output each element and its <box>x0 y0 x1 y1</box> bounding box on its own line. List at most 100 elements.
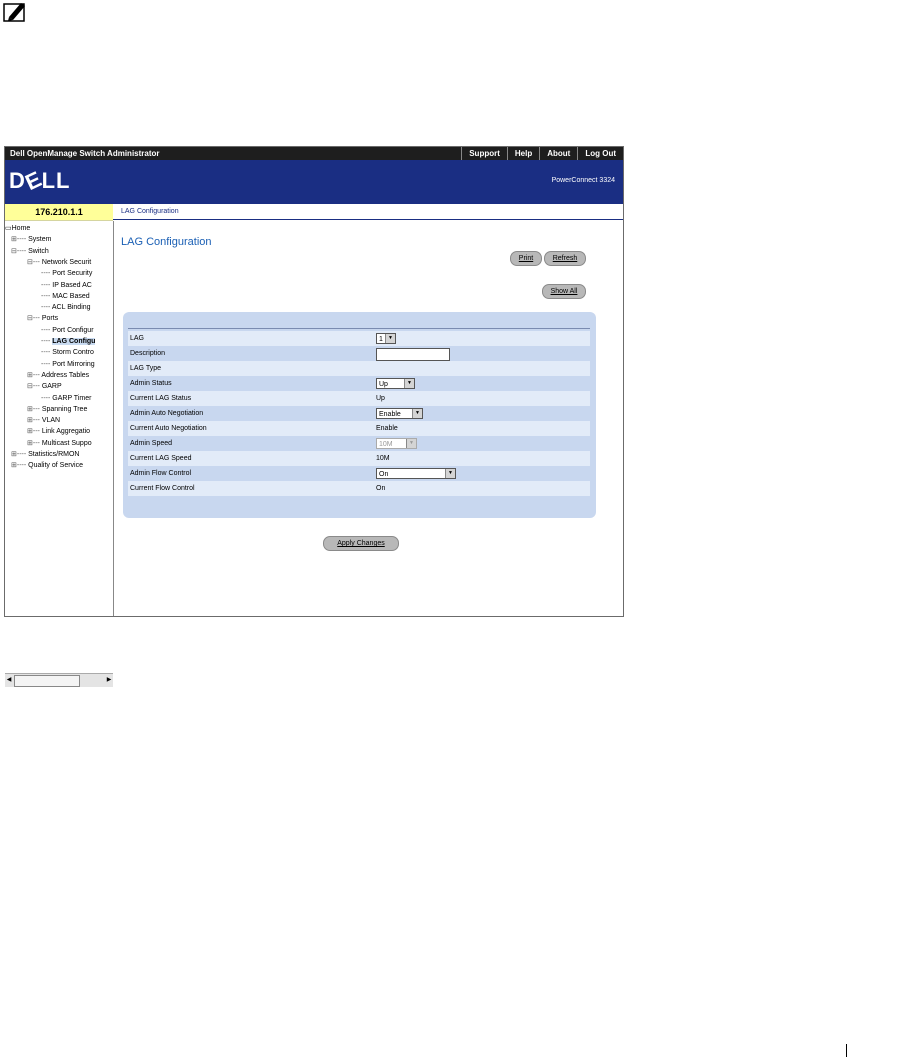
model-name: PowerConnect 3324 <box>551 177 615 184</box>
current-auto-negotiation-label: Current Auto Negotiation <box>130 425 207 432</box>
row-current-flow-control: Current Flow Control On <box>128 481 590 496</box>
chevron-down-icon[interactable]: ▼ <box>412 409 422 418</box>
admin-status-select[interactable]: Up ▼ <box>376 378 415 389</box>
description-input[interactable] <box>376 348 450 361</box>
sidebar-item-storm-contro[interactable]: ---- Storm Contro <box>41 348 94 357</box>
sidebar-item-quality-of-service[interactable]: ⊞---- Quality of Service <box>11 461 83 470</box>
lag-select-value: 1 <box>379 336 383 343</box>
logout-link[interactable]: Log Out <box>577 147 623 160</box>
lag-select[interactable]: 1 ▼ <box>376 333 396 344</box>
tree-connector: ---- <box>41 292 53 300</box>
breadcrumb: LAG Configuration <box>113 204 623 220</box>
sidebar-item-label: Port Configur <box>52 326 94 334</box>
sidebar-item-label: Port Mirroring <box>52 360 95 368</box>
app-window: Dell OpenManage Switch Administrator Sup… <box>4 146 624 687</box>
admin-auto-negotiation-select[interactable]: Enable ▼ <box>376 408 423 419</box>
sidebar-item-label: LAG Configu <box>52 338 96 345</box>
sidebar-item-label: MAC Based <box>52 292 90 300</box>
sidebar-item-mac-based[interactable]: ---- MAC Based <box>41 292 90 301</box>
tree-connector: ⊟--- <box>27 258 42 266</box>
admin-speed-select-value: 10M <box>379 441 393 448</box>
sidebar-item-label: IP Based AC <box>52 281 92 289</box>
current-flow-control-label: Current Flow Control <box>130 485 195 492</box>
sidebar-item-ports[interactable]: ⊟--- Ports <box>27 314 58 323</box>
sidebar-item-system[interactable]: ⊞---- System <box>11 235 51 244</box>
sidebar-item-vlan[interactable]: ⊞--- VLAN <box>27 416 60 425</box>
tree-connector: ---- <box>41 281 53 289</box>
current-auto-negotiation-value: Enable <box>376 425 398 432</box>
sidebar-item-label: Quality of Service <box>28 462 83 470</box>
sidebar-horizontal-scrollbar[interactable]: ◀ ▶ <box>5 673 113 687</box>
tree-connector: ⊟---- <box>11 247 29 255</box>
sidebar-item-label: VLAN <box>41 417 61 425</box>
current-flow-control-value: On <box>376 485 386 492</box>
tree-connector: ---- <box>41 304 52 312</box>
row-admin-auto-negotiation: Admin Auto Negotiation Enable ▼ <box>128 406 590 421</box>
sidebar-item-statistics-rmon[interactable]: ⊞---- Statistics/RMON <box>11 450 79 459</box>
sidebar-item-lag-configu[interactable]: ---- LAG Configu <box>41 337 96 346</box>
sidebar-item-label: Spanning Tree <box>41 405 88 413</box>
sidebar-item-garp[interactable]: ⊟--- GARP <box>27 382 62 391</box>
chevron-down-icon[interactable]: ▼ <box>404 379 414 388</box>
device-ip: 176.210.1.1 <box>5 204 113 221</box>
sidebar-item-ip-based-ac[interactable]: ---- IP Based AC <box>41 281 92 290</box>
tree-connector: ---- <box>41 326 53 334</box>
sidebar-item-multicast-suppo[interactable]: ⊞--- Multicast Suppo <box>27 439 92 448</box>
tree-connector: ---- <box>41 270 53 278</box>
tree-connector: ---- <box>41 360 53 368</box>
about-link[interactable]: About <box>539 147 577 160</box>
page-title: LAG Configuration <box>121 236 212 248</box>
admin-status-label: Admin Status <box>130 380 172 387</box>
tree-connector: ⊞--- <box>27 417 42 425</box>
row-current-lag-status: Current LAG Status Up <box>128 391 590 406</box>
sidebar-item-switch[interactable]: ⊟---- Switch <box>11 247 49 256</box>
sidebar-item-port-mirroring[interactable]: ---- Port Mirroring <box>41 360 95 369</box>
page-margin-rule <box>846 1044 847 1057</box>
sidebar-item-label: GARP <box>41 383 62 391</box>
help-link[interactable]: Help <box>506 147 539 160</box>
title-bar: Dell OpenManage Switch Administrator Sup… <box>5 147 623 160</box>
chevron-down-icon[interactable]: ▼ <box>445 469 455 478</box>
sidebar-item-spanning-tree[interactable]: ⊞--- Spanning Tree <box>27 405 87 414</box>
show-all-button[interactable]: Show All <box>542 284 586 299</box>
scroll-thumb[interactable] <box>14 675 80 687</box>
refresh-button[interactable]: Refresh <box>544 251 586 266</box>
sidebar-item-garp-timer[interactable]: ---- GARP Timer <box>41 394 91 403</box>
sidebar-item-label: ACL Binding <box>51 304 91 312</box>
tree-connector: ⊞---- <box>11 462 29 470</box>
lag-label: LAG <box>130 335 145 342</box>
admin-flow-control-select-value: On <box>379 471 389 478</box>
sidebar-item-port-configur[interactable]: ---- Port Configur <box>41 326 94 335</box>
admin-flow-control-label: Admin Flow Control <box>130 470 192 477</box>
lag-type-label: LAG Type <box>130 365 162 372</box>
tree-connector: ⊞--- <box>27 405 42 413</box>
support-link[interactable]: Support <box>461 147 507 160</box>
chevron-down-icon[interactable]: ▼ <box>385 334 395 343</box>
print-button[interactable]: Print <box>510 251 542 266</box>
sidebar-item-link-aggregatio[interactable]: ⊞--- Link Aggregatio <box>27 427 90 436</box>
scroll-left-icon[interactable]: ◀ <box>5 675 13 685</box>
lag-form-panel: LAG 1 ▼ Description LAG Type Admin Statu… <box>123 312 596 518</box>
sidebar-item-label: GARP Timer <box>52 394 92 402</box>
current-lag-status-value: Up <box>376 395 385 402</box>
tree-connector: ⊟--- <box>27 315 42 323</box>
sidebar-item-port-security[interactable]: ---- Port Security <box>41 269 92 278</box>
scroll-right-icon[interactable]: ▶ <box>105 675 113 685</box>
panel-divider <box>128 328 590 329</box>
sidebar-item-network-securit[interactable]: ⊟--- Network Securit <box>27 258 91 267</box>
row-admin-flow-control: Admin Flow Control On ▼ <box>128 466 590 481</box>
sidebar-item-label: Switch <box>28 247 49 255</box>
apply-changes-button[interactable]: Apply Changes <box>323 536 399 551</box>
note-pencil-icon <box>3 3 25 22</box>
main-content: LAG Configuration Print Refresh Show All… <box>114 221 623 616</box>
tree-connector: ---- <box>41 338 53 345</box>
sidebar-item-label: Multicast Suppo <box>41 439 92 447</box>
admin-flow-control-select[interactable]: On ▼ <box>376 468 456 479</box>
sidebar-item-home[interactable]: ▭Home <box>5 224 30 233</box>
banner <box>5 160 623 204</box>
sidebar-item-acl-binding[interactable]: ---- ACL Binding <box>41 303 91 312</box>
sidebar-item-address-tables[interactable]: ⊞--- Address Tables <box>27 371 89 380</box>
admin-speed-select: 10M ▼ <box>376 438 417 449</box>
chevron-down-icon: ▼ <box>406 439 416 448</box>
tree-connector: ---- <box>41 349 53 357</box>
